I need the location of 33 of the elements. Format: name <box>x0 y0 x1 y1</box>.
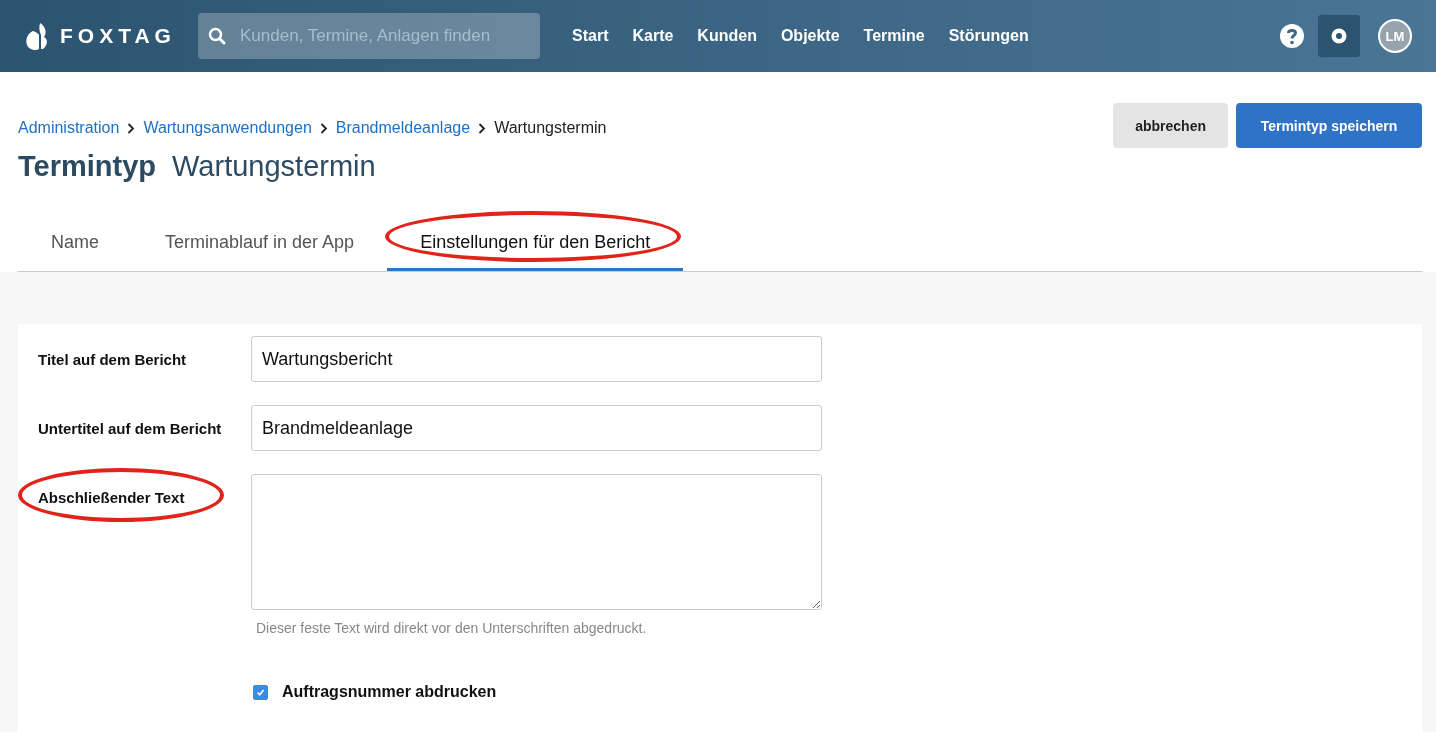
search-icon <box>208 27 226 45</box>
checkbox[interactable] <box>253 684 268 700</box>
breadcrumb-link[interactable]: Brandmeldeanlage <box>335 119 471 137</box>
field-hint: Dieser feste Text wird direkt vor den Unterschriften abgedruckt. <box>256 620 648 636</box>
chevron-icon <box>478 122 487 134</box>
brand-name: FOXTAG <box>60 24 176 48</box>
chevron-icon <box>319 122 328 134</box>
tab[interactable]: Einstellungen für den Bericht <box>387 213 684 271</box>
nav-link[interactable]: Start <box>572 27 609 45</box>
breadcrumb-current: Wartungstermin <box>494 119 607 137</box>
save-button[interactable]: Termintyp speichern <box>1236 103 1422 148</box>
field-label: Abschließender Text <box>38 474 251 506</box>
tab[interactable]: Terminablauf in der App <box>132 213 388 271</box>
nav-link[interactable]: Termine <box>863 27 925 45</box>
settings-button[interactable] <box>1318 15 1360 57</box>
help-icon[interactable] <box>1280 24 1304 48</box>
checkbox-label: Auftragsnummer abdrucken <box>282 683 497 701</box>
tab[interactable]: Name <box>18 213 132 271</box>
nav-link[interactable]: Karte <box>632 27 674 45</box>
text-input[interactable]: Wartungsbericht <box>251 336 822 382</box>
nav-link[interactable]: Objekte <box>780 27 840 45</box>
text-input[interactable]: Brandmeldeanlage <box>251 405 822 451</box>
nav-link[interactable]: Störungen <box>948 27 1029 45</box>
field-label: Untertitel auf dem Bericht <box>38 419 223 437</box>
page-title-name: Wartungstermin <box>172 150 376 183</box>
breadcrumb-link[interactable]: Wartungsanwendungen <box>143 119 312 137</box>
field-label: Titel auf dem Bericht <box>38 350 188 368</box>
nav-link[interactable]: Kunden <box>697 27 757 45</box>
chevron-icon <box>127 122 136 134</box>
check-icon <box>256 687 265 697</box>
breadcrumb-link[interactable]: Administration <box>18 119 120 137</box>
page-title-type: Termintyp <box>18 150 157 183</box>
cancel-button[interactable]: abbrechen <box>1113 103 1228 148</box>
